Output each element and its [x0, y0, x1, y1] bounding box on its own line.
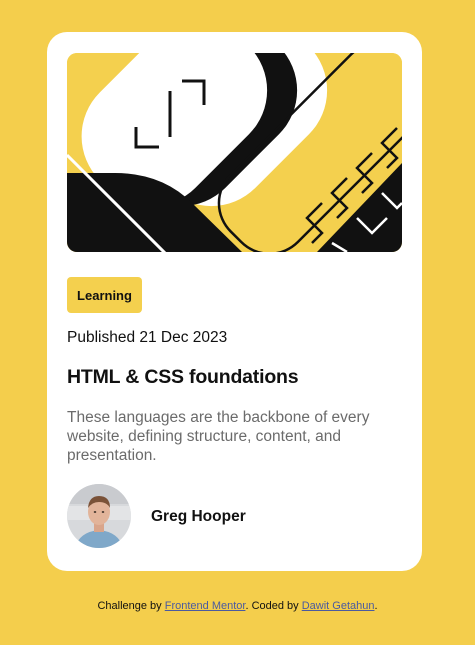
- author-name: Greg Hooper: [151, 508, 246, 525]
- blog-preview-card: Learning Published 21 Dec 2023 HTML & CS…: [47, 32, 422, 571]
- author-link[interactable]: Dawit Getahun: [302, 600, 375, 612]
- avatar: [67, 484, 131, 548]
- abstract-illustration-icon: [67, 53, 402, 252]
- attribution: Challenge by Frontend Mentor. Coded by D…: [0, 600, 475, 612]
- published-date: Published 21 Dec 2023: [67, 329, 228, 346]
- card-description: These languages are the backbone of ever…: [67, 409, 370, 464]
- attribution-prefix: Challenge by: [97, 600, 165, 612]
- hero-illustration: [67, 53, 402, 252]
- frontend-mentor-link[interactable]: Frontend Mentor: [165, 600, 246, 612]
- category-tag: Learning: [67, 277, 142, 313]
- card-title[interactable]: HTML & CSS foundations: [67, 366, 299, 389]
- attribution-suffix: .: [374, 600, 378, 612]
- person-photo-icon: [67, 484, 131, 548]
- attribution-coded-prefix: . Coded by: [245, 600, 302, 612]
